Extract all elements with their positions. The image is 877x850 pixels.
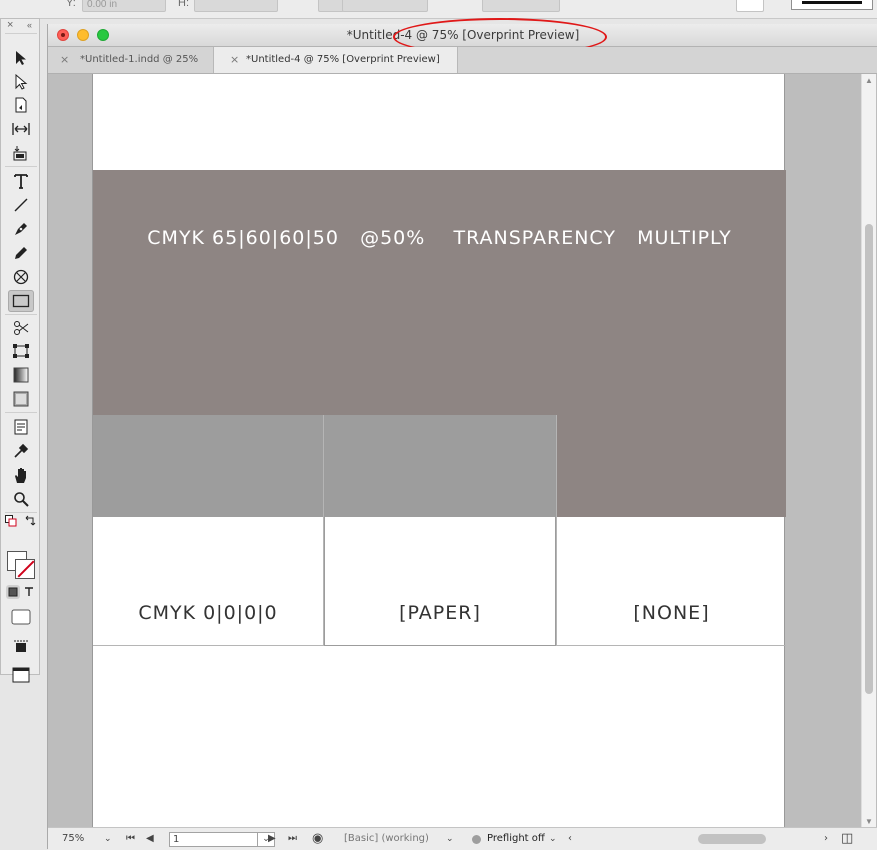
swatch-box-none[interactable]: [NONE] [556, 415, 786, 646]
rectangle-tool-icon[interactable] [8, 290, 34, 312]
reference-point-icon[interactable] [318, 0, 344, 12]
swatch-label[interactable]: [PAPER] [325, 602, 555, 624]
stroke-swatch-icon[interactable] [736, 0, 764, 12]
tools-close-icon[interactable]: × [7, 19, 13, 31]
tab-close-icon[interactable]: × [60, 47, 69, 73]
preflight-profile[interactable]: [Basic] (working) [344, 828, 429, 850]
vertical-scroll-thumb[interactable] [865, 224, 873, 694]
last-page-icon[interactable]: ⏭ [288, 828, 297, 850]
page-tool-icon[interactable] [8, 94, 34, 116]
scroll-left-icon[interactable]: ‹ [568, 828, 572, 850]
ellipse-frame-tool-icon[interactable] [8, 266, 34, 288]
swatch-fill[interactable] [325, 415, 555, 517]
tab-untitled-4[interactable]: × *Untitled-4 @ 75% [Overprint Preview] [214, 47, 458, 73]
zoom-tool-icon[interactable] [8, 488, 34, 510]
zoom-level[interactable]: 75% [62, 828, 84, 850]
swap-fill-stroke-icon[interactable] [23, 514, 37, 528]
document-tab-bar: × *Untitled-1.indd @ 25% × *Untitled-4 @… [48, 47, 877, 74]
y-label: Y: [66, 0, 76, 9]
preflight-status-icon [472, 835, 481, 844]
control-bar: Y: 0.00 in H: [0, 0, 877, 19]
scroll-up-icon[interactable]: ▲ [865, 76, 873, 85]
hand-tool-icon[interactable] [8, 464, 34, 486]
tab-label: *Untitled-4 @ 75% [Overprint Preview] [246, 54, 440, 65]
previous-page-icon[interactable]: ◀ [146, 828, 154, 850]
vertical-scrollbar[interactable]: ▲ ▼ [861, 74, 876, 828]
first-page-icon[interactable]: ⏮ [126, 828, 135, 850]
selection-tool-icon[interactable] [8, 47, 34, 69]
y-field[interactable]: 0.00 in [82, 0, 166, 12]
free-transform-tool-icon[interactable] [8, 340, 34, 362]
document-window: *Untitled-4 @ 75% [Overprint Preview] × … [47, 18, 877, 850]
top-frame-text[interactable]: CMYK 65|60|60|50 @50% TRANSPARENCY MULTI… [93, 227, 786, 249]
top-color-frame[interactable]: CMYK 65|60|60|50 @50% TRANSPARENCY MULTI… [93, 170, 786, 415]
swatch-box-paper[interactable]: [PAPER] [324, 415, 556, 646]
swatch-fill[interactable] [93, 415, 323, 517]
stroke-style-preview[interactable] [791, 0, 873, 10]
h-label: H: [178, 0, 189, 9]
stroke-weight-dropdown[interactable] [342, 0, 428, 12]
type-tool-icon[interactable] [8, 170, 34, 192]
note-tool-icon[interactable] [8, 416, 34, 438]
gradient-swatch-tool-icon[interactable] [8, 364, 34, 386]
pasteboard[interactable]: CMYK 65|60|60|50 @50% TRANSPARENCY MULTI… [50, 74, 858, 828]
window-title: *Untitled-4 @ 75% [Overprint Preview] [346, 28, 580, 42]
gradient-feather-tool-icon[interactable] [8, 388, 34, 410]
title-bar: *Untitled-4 @ 75% [Overprint Preview] [48, 18, 877, 56]
scroll-right-icon[interactable]: › [824, 828, 828, 850]
profile-dropdown-chevron-icon[interactable]: ⌄ [446, 828, 454, 850]
h-field[interactable] [194, 0, 278, 12]
default-fill-stroke-icon[interactable] [4, 514, 18, 528]
apply-color-icon[interactable] [8, 606, 34, 628]
preflight-dropdown-chevron-icon[interactable]: ⌄ [549, 828, 557, 850]
stroke-type-dropdown[interactable] [482, 0, 560, 12]
content-collector-tool-icon[interactable] [8, 142, 34, 164]
preflight-status[interactable]: Preflight off [487, 828, 545, 850]
next-page-icon[interactable]: ▶ [268, 828, 276, 850]
swatch-box-cmyk[interactable]: CMYK 0|0|0|0 [93, 415, 324, 646]
formatting-text-icon[interactable] [22, 585, 36, 599]
tab-close-icon[interactable]: × [230, 47, 239, 73]
direct-selection-tool-icon[interactable] [8, 71, 34, 93]
scissors-tool-icon[interactable] [8, 317, 34, 339]
pen-tool-icon[interactable] [8, 218, 34, 240]
swatch-label[interactable]: [NONE] [557, 602, 786, 624]
split-window-icon[interactable]: ◫ [841, 828, 853, 850]
eyedropper-tool-icon[interactable] [8, 440, 34, 462]
scroll-down-icon[interactable]: ▼ [865, 817, 873, 826]
stroke-swatch[interactable] [15, 559, 35, 579]
gap-tool-icon[interactable] [8, 118, 34, 140]
page-number-field[interactable]: 1 [169, 832, 258, 847]
status-bar: 75% ⌄ ⏮ ◀ 1 ⌄ ▶ ⏭ ◉ [Basic] (working) ⌄ … [48, 827, 877, 850]
tab-label: *Untitled-1.indd @ 25% [80, 54, 199, 65]
tab-untitled-1[interactable]: × *Untitled-1.indd @ 25% [48, 47, 214, 73]
swatch-fill[interactable] [557, 415, 786, 517]
open-page-icon[interactable]: ◉ [312, 828, 323, 850]
tools-collapse-icon[interactable]: « [27, 19, 32, 31]
view-mode-icon[interactable] [8, 636, 34, 658]
formatting-container-icon[interactable] [6, 585, 20, 599]
screen-mode-icon[interactable] [8, 664, 34, 686]
document-page[interactable]: CMYK 65|60|60|50 @50% TRANSPARENCY MULTI… [92, 74, 786, 828]
pencil-tool-icon[interactable] [8, 242, 34, 264]
zoom-dropdown-chevron-icon[interactable]: ⌄ [104, 828, 112, 850]
tools-panel: × « [0, 18, 40, 683]
line-tool-icon[interactable] [8, 194, 34, 216]
horizontal-scroll-thumb[interactable] [698, 834, 766, 844]
swatch-label[interactable]: CMYK 0|0|0|0 [93, 602, 323, 624]
